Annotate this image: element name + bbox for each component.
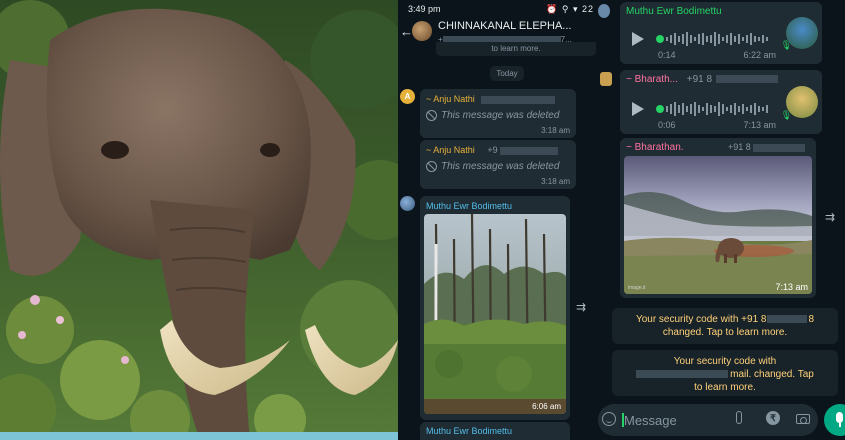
voice-duration: 0:06 [658, 120, 676, 130]
message-sender: ~ Bharathan. [626, 142, 684, 153]
sender-phone: +91 8 [686, 74, 713, 85]
message-time: 7:13 am [743, 120, 776, 130]
image-message-bubble[interactable]: Muthu Ewr Bodimettu 6:06 am [420, 196, 570, 420]
deleted-text: This message was deleted [426, 110, 559, 121]
deleted-message-bubble[interactable]: ~ Anju Nathi +9 This message was deleted… [420, 140, 576, 189]
notice-line: changed. Tap to learn more. [662, 327, 788, 338]
message-bubble-partial[interactable]: Muthu Ewr Bodimettu [420, 422, 570, 440]
voice-duration: 0:14 [658, 50, 676, 60]
chat-screen-left: 3:49 pm ⏰ ⚲ ▾ 22 ← CHINNAKANAL ELEPHA...… [398, 0, 598, 440]
status-time: 3:49 pm [408, 4, 441, 14]
camera-icon[interactable] [796, 414, 810, 424]
elephant-photo [0, 0, 398, 440]
voice-progress-dot[interactable] [656, 35, 664, 43]
redaction-mask [480, 95, 555, 104]
sender-avatar[interactable] [400, 196, 415, 211]
notice-line: mail. changed. Tap [612, 368, 838, 381]
message-input-bar: ₹ [598, 404, 818, 436]
chat-screen-right: Muthu Ewr Bodimettu 0:14 6:22 am 🎙 ~ Bha… [598, 0, 845, 440]
elephant-field-image[interactable]: image.it [624, 156, 812, 294]
message-time: 6:22 am [743, 50, 776, 60]
rupee-icon[interactable]: ₹ [766, 411, 780, 425]
mic-icon: 🎙 [780, 40, 792, 50]
message-sender: ~ Anju Nathi +9 [426, 145, 558, 155]
date-divider: Today [490, 66, 524, 81]
message-input[interactable] [624, 411, 724, 429]
message-time: 3:18 am [541, 177, 570, 186]
sender-name: ~ Bharath... [626, 74, 678, 85]
deleted-text: This message was deleted [426, 161, 559, 172]
sender-phone: +91 8 [728, 142, 805, 152]
mic-button[interactable] [824, 404, 845, 436]
image-watermark: image.it [628, 285, 646, 291]
redaction-mask [767, 315, 808, 324]
notice-text: 8 [808, 314, 815, 325]
sender-avatar[interactable] [598, 4, 610, 18]
notice-text: mail. changed. Tap [730, 369, 814, 380]
message-sender: Muthu Ewr Bodimettu [426, 201, 513, 211]
play-icon[interactable] [632, 102, 644, 116]
notice-line: to learn more. [694, 382, 756, 393]
sender-name: ~ Anju Nathi [426, 94, 475, 104]
message-time: 3:18 am [541, 126, 570, 135]
voice-waveform[interactable] [666, 101, 770, 117]
ban-icon [426, 161, 437, 172]
ban-icon [426, 110, 437, 121]
sender-phone: +9 [487, 145, 498, 155]
message-sender: Muthu Ewr Bodimettu [426, 426, 513, 436]
system-message-top[interactable]: to learn more. [436, 42, 596, 56]
sender-name: ~ Anju Nathi [426, 145, 475, 155]
message-time: 7:13 am [775, 282, 808, 292]
forest-image[interactable] [424, 214, 566, 414]
voice-progress-dot[interactable] [656, 105, 664, 113]
voice-message-bubble[interactable]: Muthu Ewr Bodimettu 0:14 6:22 am 🎙 [620, 2, 822, 64]
group-name[interactable]: CHINNAKANAL ELEPHA... [438, 20, 571, 32]
play-icon[interactable] [632, 32, 644, 46]
elephant-photo-drawing [0, 0, 398, 440]
voice-message-bubble[interactable]: ~ Bharath... +91 8 0:06 7:13 am 🎙 [620, 70, 822, 134]
screenshot-root: 3:49 pm ⏰ ⚲ ▾ 22 ← CHINNAKANAL ELEPHA...… [0, 0, 845, 440]
deleted-label: This message was deleted [441, 161, 560, 173]
message-sender: Muthu Ewr Bodimettu [626, 6, 722, 17]
message-sender: ~ Bharath... +91 8 [626, 74, 779, 85]
notice-text: Your security code with +91 8 [635, 314, 767, 325]
paperclip-icon[interactable] [736, 411, 742, 424]
security-code-notice[interactable]: Your security code with +91 8 8 changed. … [612, 308, 838, 344]
deleted-label: This message was deleted [441, 110, 560, 122]
sender-avatar[interactable] [600, 72, 612, 86]
security-code-notice[interactable]: Your security code with mail. changed. T… [612, 350, 838, 396]
mic-icon [836, 412, 843, 423]
forward-arrow-icon[interactable]: ⇉ [825, 210, 835, 224]
image-message-bubble[interactable]: ~ Bharathan. +91 8 image.it 7:13 am [620, 138, 816, 298]
forward-arrow-icon[interactable]: ⇉ [576, 300, 586, 314]
group-avatar[interactable] [412, 21, 432, 41]
sender-phone-text: +91 8 [728, 142, 751, 152]
redaction-mask [499, 146, 558, 155]
redaction-mask [636, 370, 729, 379]
deleted-message-bubble[interactable]: ~ Anju Nathi This message was deleted 3:… [420, 89, 576, 138]
redaction-mask [752, 143, 805, 152]
emoji-icon[interactable] [602, 412, 616, 426]
bottom-strip [0, 432, 398, 440]
mic-icon: 🎙 [780, 110, 792, 120]
message-sender: ~ Anju Nathi [426, 94, 555, 104]
status-icons: ⏰ ⚲ ▾ 22 [546, 4, 594, 14]
sender-avatar[interactable]: A [400, 89, 415, 104]
notice-line: Your security code with +91 8 8 [612, 313, 838, 326]
voice-waveform[interactable] [666, 31, 770, 47]
redaction-mask [716, 75, 779, 84]
message-time: 6:06 am [532, 402, 561, 411]
notice-line: Your security code with [673, 356, 777, 367]
mic-stand [839, 423, 841, 427]
